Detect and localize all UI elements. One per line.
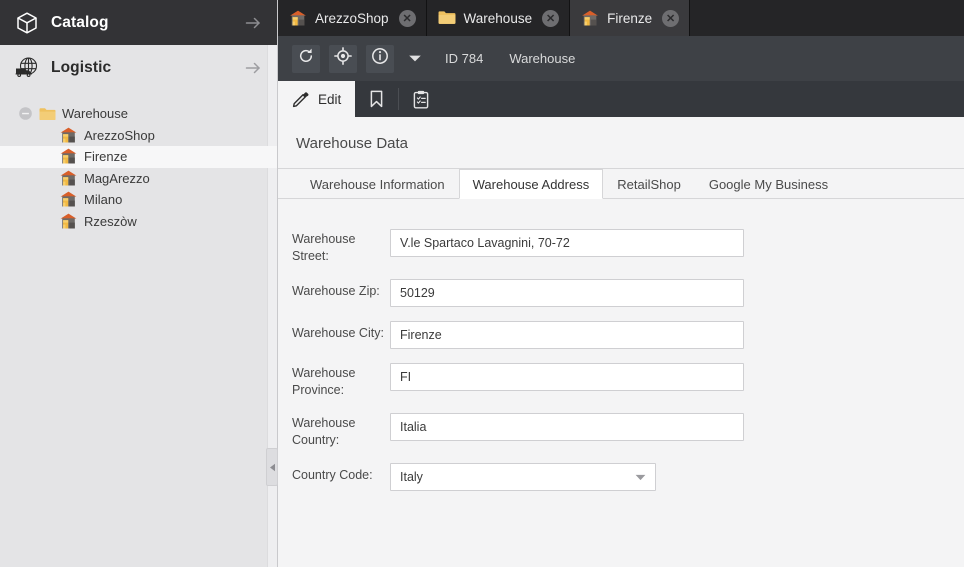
- warehouse-province-input[interactable]: FI: [390, 363, 744, 391]
- folder-icon: [39, 107, 56, 121]
- refresh-icon: [297, 47, 315, 70]
- tree-item-label: Firenze: [84, 149, 128, 165]
- warehouse-address-form: Warehouse Street: V.le Spartaco Lavagnin…: [278, 199, 964, 491]
- sidebar: Catalog Logistic Warehouse ArezzoShop Fi…: [0, 0, 278, 567]
- tree-item-label: ArezzoShop: [84, 127, 155, 143]
- arrow-right-icon[interactable]: [243, 58, 263, 78]
- subtab-warehouse-information[interactable]: Warehouse Information: [296, 169, 459, 199]
- subtab-label: Warehouse Address: [472, 176, 590, 192]
- tree-item-milano[interactable]: Milano: [0, 189, 277, 211]
- warehouse-country-label: Warehouse Country:: [292, 416, 356, 447]
- tree-node-warehouse[interactable]: Warehouse: [0, 103, 277, 125]
- pencil-icon: [292, 91, 309, 108]
- tree-node-label: Warehouse: [62, 106, 128, 122]
- sidebar-section-logistic[interactable]: Logistic: [0, 45, 277, 90]
- window-tab-firenze[interactable]: Firenze ✕: [570, 0, 691, 36]
- globe-truck-icon: [14, 55, 40, 81]
- warehouse-icon: [60, 148, 77, 164]
- tab-edit-label: Edit: [318, 91, 342, 107]
- folder-icon: [438, 10, 456, 26]
- record-id-label: ID 784: [445, 51, 484, 66]
- warehouse-zip-input[interactable]: 50129: [390, 279, 744, 307]
- tab-bookmark[interactable]: [355, 81, 398, 117]
- window-tab-bar: ArezzoShop ✕ Warehouse ✕ Firenze ✕: [278, 0, 964, 36]
- warehouse-icon: [289, 10, 307, 26]
- country-code-label: Country Code:: [292, 468, 373, 482]
- subtab-google-my-business[interactable]: Google My Business: [695, 169, 842, 199]
- sidebar-section-catalog[interactable]: Catalog: [0, 0, 277, 45]
- sidebar-section-catalog-label: Catalog: [51, 13, 109, 31]
- subtab-warehouse-address[interactable]: Warehouse Address: [458, 169, 604, 199]
- bookmark-icon: [369, 90, 384, 108]
- tree-item-label: Rzeszòw: [84, 213, 137, 229]
- warehouse-zip-label: Warehouse Zip:: [292, 284, 380, 298]
- form-row-street: Warehouse Street: V.le Spartaco Lavagnin…: [292, 229, 964, 265]
- record-type-label: Warehouse: [509, 51, 576, 66]
- clipboard-icon: [413, 90, 429, 109]
- form-row-city: Warehouse City: Firenze: [292, 321, 964, 349]
- caret-left-icon: [269, 463, 276, 472]
- window-tab-label: Firenze: [607, 10, 653, 26]
- form-row-country-code: Country Code: Italy: [292, 463, 964, 491]
- warehouse-city-input[interactable]: Firenze: [390, 321, 744, 349]
- warehouse-city-label: Warehouse City:: [292, 326, 384, 340]
- logistic-tree: Warehouse ArezzoShop Firenze MagArezzo M…: [0, 90, 277, 232]
- warehouse-icon: [60, 213, 77, 229]
- form-row-country: Warehouse Country: Italia: [292, 413, 964, 449]
- subtab-label: Google My Business: [708, 177, 829, 192]
- window-tab-label: Warehouse: [463, 10, 533, 26]
- warehouse-street-label: Warehouse Street:: [292, 232, 356, 263]
- info-button[interactable]: [366, 44, 394, 73]
- info-icon: [371, 47, 389, 70]
- chevron-down-icon: [408, 50, 422, 68]
- country-code-select[interactable]: Italy: [390, 463, 656, 491]
- sidebar-section-logistic-label: Logistic: [51, 58, 112, 76]
- close-icon[interactable]: ✕: [398, 9, 416, 27]
- content-subtabs: Warehouse Information Warehouse Address …: [278, 169, 964, 199]
- warehouse-icon: [60, 191, 77, 207]
- tree-item-firenze[interactable]: Firenze: [0, 146, 277, 168]
- edit-mode-bar: Edit: [278, 81, 964, 117]
- warehouse-icon: [581, 10, 599, 26]
- close-icon[interactable]: ✕: [662, 9, 680, 27]
- window-tab-label: ArezzoShop: [315, 10, 389, 26]
- content-area: Warehouse Data Warehouse Information War…: [278, 117, 964, 567]
- tab-edit[interactable]: Edit: [278, 81, 356, 117]
- warehouse-country-input[interactable]: Italia: [390, 413, 744, 441]
- application-window: Catalog Logistic Warehouse ArezzoShop Fi…: [0, 0, 964, 567]
- target-icon: [334, 47, 352, 70]
- window-tab-arezzoshop[interactable]: ArezzoShop ✕: [278, 0, 427, 36]
- subtab-retailshop[interactable]: RetailShop: [603, 169, 695, 199]
- page-title: Warehouse Data: [278, 117, 964, 169]
- sidebar-collapse-handle[interactable]: [266, 448, 278, 486]
- tree-item-arezzoshop[interactable]: ArezzoShop: [0, 125, 277, 147]
- box-icon: [14, 10, 40, 36]
- warehouse-icon: [60, 170, 77, 186]
- record-toolbar: ID 784 Warehouse: [278, 36, 964, 81]
- warehouse-icon: [60, 127, 77, 143]
- locate-button[interactable]: [329, 44, 357, 73]
- country-code-value: Italy: [400, 470, 423, 484]
- caret-down-icon: [635, 464, 646, 490]
- tree-item-magarezzo[interactable]: MagArezzo: [0, 168, 277, 190]
- tree-item-rzeszow[interactable]: Rzeszòw: [0, 211, 277, 233]
- window-tab-warehouse[interactable]: Warehouse ✕: [427, 0, 571, 36]
- refresh-button[interactable]: [292, 44, 320, 73]
- subtab-label: Warehouse Information: [310, 177, 445, 192]
- warehouse-street-input[interactable]: V.le Spartaco Lavagnini, 70-72: [390, 229, 744, 257]
- more-button[interactable]: [403, 44, 427, 73]
- warehouse-province-label: Warehouse Province:: [292, 366, 356, 397]
- form-row-province: Warehouse Province: FI: [292, 363, 964, 399]
- tree-item-label: Milano: [84, 192, 123, 208]
- tab-tasks[interactable]: [399, 81, 443, 117]
- main-pane: ArezzoShop ✕ Warehouse ✕ Firenze ✕ ID 78…: [278, 0, 964, 567]
- collapse-minus-icon[interactable]: [18, 106, 33, 121]
- form-row-zip: Warehouse Zip: 50129: [292, 279, 964, 307]
- tree-item-label: MagArezzo: [84, 170, 150, 186]
- arrow-right-icon[interactable]: [243, 13, 263, 33]
- close-icon[interactable]: ✕: [542, 9, 560, 27]
- subtab-label: RetailShop: [617, 177, 681, 192]
